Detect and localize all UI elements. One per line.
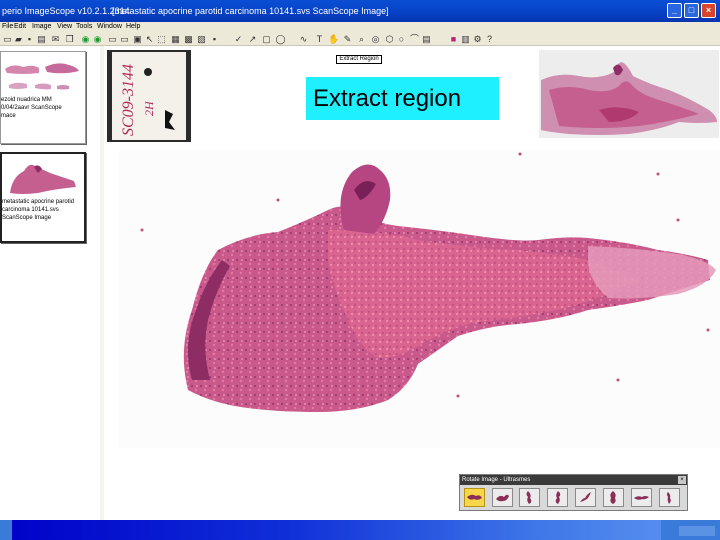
help-icon[interactable]: ? bbox=[484, 34, 495, 44]
ellipse-icon[interactable]: ◯ bbox=[275, 34, 286, 44]
settings-icon[interactable]: ⚙ bbox=[472, 34, 483, 44]
rotate-image-palette: Rotate Image - Ultrasmes × bbox=[459, 474, 688, 511]
svg-text:SC09-3144: SC09-3144 bbox=[120, 64, 137, 136]
window-title-bar: perio ImageScope v10.2.1.2314 [metastati… bbox=[0, 0, 720, 22]
circle-icon[interactable]: ○ bbox=[396, 34, 407, 44]
rotate-270-button[interactable] bbox=[547, 488, 568, 507]
open-icon[interactable]: ▭ bbox=[2, 34, 13, 44]
arrow-icon[interactable]: ↗ bbox=[247, 34, 258, 44]
bottom-bar bbox=[0, 520, 720, 540]
zoom-out-icon[interactable]: ▭ bbox=[119, 34, 130, 44]
rotate-right-button[interactable] bbox=[659, 488, 680, 507]
annotation-icon[interactable]: ▧ bbox=[196, 34, 207, 44]
main-tissue-image bbox=[118, 150, 720, 448]
pan-icon[interactable]: ↖ bbox=[144, 34, 155, 44]
app-title: perio ImageScope v10.2.1.2314 bbox=[2, 6, 130, 16]
list-icon[interactable]: ▤ bbox=[421, 34, 432, 44]
menu-window[interactable]: Window bbox=[97, 22, 122, 32]
rotate-90-button[interactable] bbox=[492, 488, 513, 507]
overview-image bbox=[539, 50, 719, 138]
zoom-in-icon[interactable]: ▭ bbox=[107, 34, 118, 44]
bottom-bar-tray bbox=[679, 526, 715, 536]
mail-icon[interactable]: ✉ bbox=[50, 34, 61, 44]
bottom-bar-left-segment bbox=[0, 520, 12, 540]
menu-tools[interactable]: Tools bbox=[76, 22, 92, 32]
color-icon[interactable]: ■ bbox=[448, 34, 459, 44]
save-icon[interactable]: ▪ bbox=[24, 34, 35, 44]
slide-thumbnail-image bbox=[3, 55, 83, 95]
lasso-icon[interactable]: ⌒ bbox=[409, 34, 420, 44]
folder-icon[interactable]: ▰ bbox=[13, 34, 24, 44]
svg-text:2H: 2H bbox=[142, 100, 156, 116]
rotate-palette-close-icon[interactable]: × bbox=[678, 476, 686, 484]
print-icon[interactable]: ▤ bbox=[36, 34, 47, 44]
menu-image[interactable]: Image bbox=[32, 22, 51, 32]
rotate-left-button[interactable] bbox=[631, 488, 652, 507]
menu-bar: File Edit Image View Tools Window Help bbox=[0, 22, 720, 32]
select-icon[interactable]: ⬚ bbox=[156, 34, 167, 44]
close-button[interactable]: × bbox=[701, 3, 716, 18]
menu-view[interactable]: View bbox=[57, 22, 72, 32]
thumbnail-caption: metastatic apocrine parotid carcinoma 10… bbox=[2, 199, 75, 221]
tag-icon[interactable]: ✎ bbox=[342, 34, 353, 44]
hand-icon[interactable]: ✋ bbox=[328, 34, 339, 44]
thumbnail-caption: ezoid nuadrica MM 0/04/2aavr ScanScope m… bbox=[1, 97, 62, 119]
slide-thumbnail-image bbox=[4, 157, 84, 197]
thumbnail-card[interactable]: ezoid nuadrica MM 0/04/2aavr ScanScope m… bbox=[0, 51, 86, 144]
back-arrow-icon[interactable]: ◉ bbox=[80, 34, 91, 44]
histogram-icon[interactable]: ▥ bbox=[460, 34, 471, 44]
freehand-icon[interactable]: ∿ bbox=[298, 34, 309, 44]
rotate-0-button[interactable] bbox=[464, 488, 485, 507]
menu-edit[interactable]: Edit bbox=[14, 22, 26, 32]
maximize-button[interactable]: □ bbox=[684, 3, 699, 18]
toolbar: ▭ ▰ ▪ ▤ ✉ ❐ ◉ ◉ ▭ ▭ ▣ ↖ ⬚ ▦ ▩ ▧ ▪ ✓ ↗ ▢ … bbox=[0, 32, 720, 46]
thumbnail-sidebar: ezoid nuadrica MM 0/04/2aavr ScanScope m… bbox=[0, 46, 104, 520]
thumbnail-card-selected[interactable]: metastatic apocrine parotid carcinoma 10… bbox=[0, 152, 86, 243]
extract-region-callout: Extract region bbox=[306, 77, 499, 120]
fit-icon[interactable]: ▣ bbox=[132, 34, 143, 44]
pen-icon[interactable]: ▪ bbox=[209, 34, 220, 44]
rotate-180-button[interactable] bbox=[519, 488, 540, 507]
extract-icon[interactable]: ▦ bbox=[170, 34, 181, 44]
document-title: [metastatic apocrine parotid carcinoma 1… bbox=[112, 6, 389, 16]
copy-icon[interactable]: ❐ bbox=[64, 34, 75, 44]
minimize-button[interactable]: _ bbox=[667, 3, 682, 18]
image-viewer[interactable]: SC09-3144 2H Extract Region Extract regi… bbox=[104, 46, 720, 520]
layers-icon[interactable]: ▩ bbox=[183, 34, 194, 44]
menu-help[interactable]: Help bbox=[126, 22, 140, 32]
ruler-icon[interactable]: ✓ bbox=[233, 34, 244, 44]
rectangle-icon[interactable]: ▢ bbox=[261, 34, 272, 44]
flip-horizontal-button[interactable] bbox=[575, 488, 596, 507]
polygon-icon[interactable]: ⬡ bbox=[384, 34, 395, 44]
extract-region-button[interactable]: Extract Region bbox=[336, 55, 382, 64]
bottom-bar-right-segment bbox=[661, 520, 720, 540]
menu-file[interactable]: File bbox=[2, 22, 13, 32]
target-icon[interactable]: ◎ bbox=[370, 34, 381, 44]
text-icon[interactable]: T bbox=[314, 34, 325, 44]
magnifier-icon[interactable]: ⌕ bbox=[356, 34, 367, 44]
rotate-palette-title: Rotate Image - Ultrasmes bbox=[460, 475, 687, 485]
flip-vertical-button[interactable] bbox=[603, 488, 624, 507]
forward-arrow-icon[interactable]: ◉ bbox=[92, 34, 103, 44]
slide-label-image: SC09-3144 2H bbox=[107, 50, 191, 142]
